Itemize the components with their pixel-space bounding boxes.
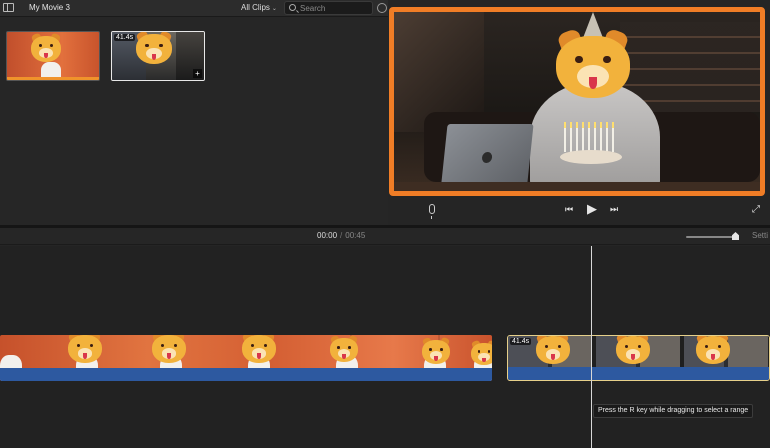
clip-duration-badge: 41.4s (510, 338, 532, 345)
zoom-slider-knob[interactable] (732, 232, 739, 240)
mascot-sticker (152, 335, 186, 363)
total-duration: 00:45 (345, 231, 366, 240)
mascot-sticker (330, 335, 358, 362)
clips-filter-label: All Clips (241, 3, 270, 12)
browser-clip-2[interactable]: 41.4s + (111, 31, 205, 81)
tooltip: Press the R key while dragging to select… (593, 404, 754, 418)
mascot-sticker (471, 340, 492, 365)
party-hat-image (583, 12, 603, 38)
playhead[interactable] (591, 246, 592, 448)
settings-icon[interactable] (377, 3, 387, 13)
clip-duration-badge: 41.4s (114, 34, 136, 41)
birthday-cake-image (560, 150, 622, 164)
zoom-slider[interactable] (686, 236, 738, 238)
mascot-sticker (616, 336, 650, 364)
microphone-icon[interactable] (429, 204, 435, 219)
mascot-sticker (422, 336, 450, 364)
play-icon[interactable]: ▶ (587, 202, 597, 216)
timeline-clip-1[interactable] (0, 335, 492, 381)
mascot-sticker (536, 336, 570, 364)
movie-title[interactable]: My Movie 3 (29, 3, 70, 12)
playback-controls: ⏮ ▶ ⏭ ⤢ (389, 198, 770, 224)
search-box[interactable] (284, 1, 373, 15)
browser-toolbar: My Movie 3 All Clips ⌄ (0, 0, 388, 17)
skip-forward-icon[interactable]: ⏭ (610, 202, 618, 216)
sidebar-toggle-icon[interactable] (3, 3, 14, 12)
mascot-sticker (696, 336, 730, 364)
mascot-sticker (31, 32, 61, 62)
audio-waveform (0, 368, 492, 381)
timecode: 00:00/00:45 (317, 231, 365, 240)
clips-filter-dropdown[interactable]: All Clips ⌄ (241, 3, 277, 12)
timeline-clip-2[interactable]: 41.4s (507, 335, 770, 381)
clip-used-bar (7, 77, 99, 80)
audio-waveform (508, 367, 769, 380)
browser-clip-1[interactable] (6, 31, 100, 81)
mascot-sticker (136, 32, 172, 64)
add-clip-icon[interactable]: + (193, 69, 202, 78)
timecode-separator: / (340, 231, 343, 240)
fullscreen-icon[interactable]: ⤢ (752, 204, 760, 215)
search-input[interactable] (300, 3, 370, 13)
timeline[interactable]: 41.4s Press the R key while dragging to … (0, 246, 770, 448)
mascot-sticker (242, 335, 276, 363)
mascot-sticker (68, 335, 102, 363)
video-preview (394, 12, 760, 191)
timeline-settings-button[interactable]: Setti (752, 231, 768, 240)
apple-logo-icon (481, 152, 493, 163)
clip-browser: 41.4s + (0, 17, 388, 225)
mascot-sticker (556, 27, 630, 98)
imovie-window: My Movie 3 All Clips⌄ 41. (0, 0, 770, 448)
timeline-header: 00:00/00:45 Setti (0, 228, 770, 245)
viewer[interactable] (389, 7, 765, 196)
search-icon (289, 4, 296, 11)
current-time: 00:00 (317, 231, 338, 240)
skip-back-icon[interactable]: ⏮ (565, 202, 573, 216)
chevron-down-icon: ⌄ (271, 6, 277, 12)
